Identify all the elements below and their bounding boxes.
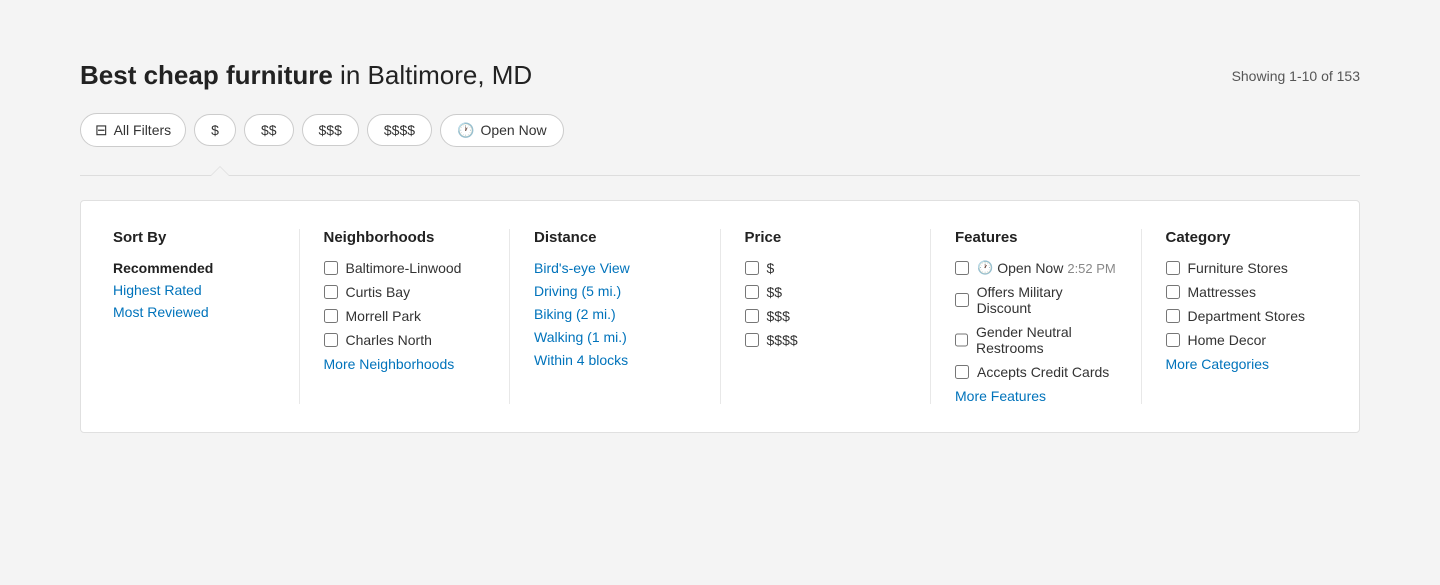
category-item-3[interactable]: Home Decor <box>1166 332 1328 348</box>
price-title: Price <box>745 229 907 246</box>
price-label-0: $ <box>767 260 775 276</box>
category-label-3: Home Decor <box>1188 332 1267 348</box>
feature-item-3[interactable]: Accepts Credit Cards <box>955 364 1117 380</box>
price-item-0[interactable]: $ <box>745 260 907 276</box>
arrow-indicator <box>210 166 230 176</box>
distance-item-0[interactable]: Bird's-eye View <box>534 260 696 276</box>
neighborhood-item-1[interactable]: Curtis Bay <box>324 284 486 300</box>
sort-by-section: Sort By Recommended Highest Rated Most R… <box>113 229 300 404</box>
sort-highest-rated[interactable]: Highest Rated <box>113 282 275 298</box>
neighborhood-label-3: Charles North <box>346 332 432 348</box>
category-item-1[interactable]: Mattresses <box>1166 284 1328 300</box>
distance-item-1[interactable]: Driving (5 mi.) <box>534 283 696 299</box>
distance-section: Distance Bird's-eye View Driving (5 mi.)… <box>534 229 721 404</box>
category-checkbox-3[interactable] <box>1166 333 1180 347</box>
price-1-label: $ <box>211 122 219 138</box>
neighborhood-item-2[interactable]: Morrell Park <box>324 308 486 324</box>
feature-checkbox-3[interactable] <box>955 365 969 379</box>
price-3-button[interactable]: $$$ <box>302 114 359 146</box>
more-neighborhoods-link[interactable]: More Neighborhoods <box>324 356 486 372</box>
more-features-link[interactable]: More Features <box>955 388 1117 404</box>
title-regular: in Baltimore, MD <box>333 60 532 90</box>
price-checkbox-3[interactable] <box>745 333 759 347</box>
neighborhood-checkbox-2[interactable] <box>324 309 338 323</box>
sliders-icon: ⊟ <box>95 121 108 139</box>
all-filters-button[interactable]: ⊟ All Filters <box>80 113 186 147</box>
sort-by-title: Sort By <box>113 229 275 246</box>
feature-item-0: 🕐 Open Now 2:52 PM <box>955 260 1117 276</box>
feature-item-1[interactable]: Offers Military Discount <box>955 284 1117 316</box>
category-label-0: Furniture Stores <box>1188 260 1288 276</box>
price-section: Price $ $$ $$$ $$$$ <box>745 229 932 404</box>
features-title: Features <box>955 229 1117 246</box>
price-4-button[interactable]: $$$$ <box>367 114 432 146</box>
category-title: Category <box>1166 229 1328 246</box>
category-label-2: Department Stores <box>1188 308 1306 324</box>
showing-count: Showing 1-10 of 153 <box>1232 68 1360 84</box>
price-label-1: $$ <box>767 284 783 300</box>
sort-most-reviewed[interactable]: Most Reviewed <box>113 304 275 320</box>
category-checkbox-0[interactable] <box>1166 261 1180 275</box>
neighborhood-label-2: Morrell Park <box>346 308 421 324</box>
neighborhood-label-1: Curtis Bay <box>346 284 411 300</box>
neighborhoods-title: Neighborhoods <box>324 229 486 246</box>
category-item-0[interactable]: Furniture Stores <box>1166 260 1328 276</box>
more-categories-link[interactable]: More Categories <box>1166 356 1328 372</box>
neighborhood-checkbox-3[interactable] <box>324 333 338 347</box>
open-now-text: Open Now <box>997 260 1063 276</box>
distance-item-3[interactable]: Walking (1 mi.) <box>534 329 696 345</box>
feature-checkbox-2[interactable] <box>955 333 968 347</box>
price-2-button[interactable]: $$ <box>244 114 294 146</box>
page-title: Best cheap furniture in Baltimore, MD <box>80 60 532 91</box>
feature-label-3: Accepts Credit Cards <box>977 364 1109 380</box>
neighborhood-item-3[interactable]: Charles North <box>324 332 486 348</box>
neighborhood-checkbox-1[interactable] <box>324 285 338 299</box>
header-row: Best cheap furniture in Baltimore, MD Sh… <box>80 60 1360 91</box>
price-label-2: $$$ <box>767 308 790 324</box>
neighborhood-item-0[interactable]: Baltimore-Linwood <box>324 260 486 276</box>
title-bold: Best cheap furniture <box>80 60 333 90</box>
filters-panel: Sort By Recommended Highest Rated Most R… <box>80 200 1360 433</box>
clock-icon: 🕐 <box>977 260 993 276</box>
price-item-1[interactable]: $$ <box>745 284 907 300</box>
price-4-label: $$$$ <box>384 122 415 138</box>
sort-recommended[interactable]: Recommended <box>113 260 275 276</box>
price-2-label: $$ <box>261 122 277 138</box>
price-label-3: $$$$ <box>767 332 798 348</box>
category-checkbox-1[interactable] <box>1166 285 1180 299</box>
distance-item-2[interactable]: Biking (2 mi.) <box>534 306 696 322</box>
neighborhoods-section: Neighborhoods Baltimore-Linwood Curtis B… <box>324 229 511 404</box>
distance-title: Distance <box>534 229 696 246</box>
category-section: Category Furniture Stores Mattresses Dep… <box>1166 229 1328 404</box>
category-label-1: Mattresses <box>1188 284 1256 300</box>
page-wrapper: Best cheap furniture in Baltimore, MD Sh… <box>0 0 1440 473</box>
price-3-label: $$$ <box>319 122 342 138</box>
feature-checkbox-0[interactable] <box>955 261 969 275</box>
all-filters-label: All Filters <box>114 122 172 138</box>
price-checkbox-1[interactable] <box>745 285 759 299</box>
price-checkbox-2[interactable] <box>745 309 759 323</box>
feature-label-1: Offers Military Discount <box>977 284 1117 316</box>
price-item-2[interactable]: $$$ <box>745 308 907 324</box>
open-now-label: Open Now <box>480 122 546 138</box>
open-now-button[interactable]: 🕐 Open Now <box>440 114 564 147</box>
feature-item-2[interactable]: Gender Neutral Restrooms <box>955 324 1117 356</box>
divider <box>80 175 1360 176</box>
filter-bar: ⊟ All Filters $ $$ $$$ $$$$ 🕐 Open Now <box>80 113 1360 147</box>
distance-item-4[interactable]: Within 4 blocks <box>534 352 696 368</box>
feature-checkbox-1[interactable] <box>955 293 969 307</box>
price-checkbox-0[interactable] <box>745 261 759 275</box>
feature-label-2: Gender Neutral Restrooms <box>976 324 1117 356</box>
price-item-3[interactable]: $$$$ <box>745 332 907 348</box>
neighborhood-checkbox-0[interactable] <box>324 261 338 275</box>
category-item-2[interactable]: Department Stores <box>1166 308 1328 324</box>
open-now-time: 2:52 PM <box>1067 261 1115 276</box>
price-1-button[interactable]: $ <box>194 114 236 146</box>
neighborhood-label-0: Baltimore-Linwood <box>346 260 462 276</box>
features-section: Features 🕐 Open Now 2:52 PM Offers Milit… <box>955 229 1142 404</box>
category-checkbox-2[interactable] <box>1166 309 1180 323</box>
clock-filter-icon: 🕐 <box>457 122 474 139</box>
open-now-feature-label: 🕐 Open Now 2:52 PM <box>977 260 1116 276</box>
